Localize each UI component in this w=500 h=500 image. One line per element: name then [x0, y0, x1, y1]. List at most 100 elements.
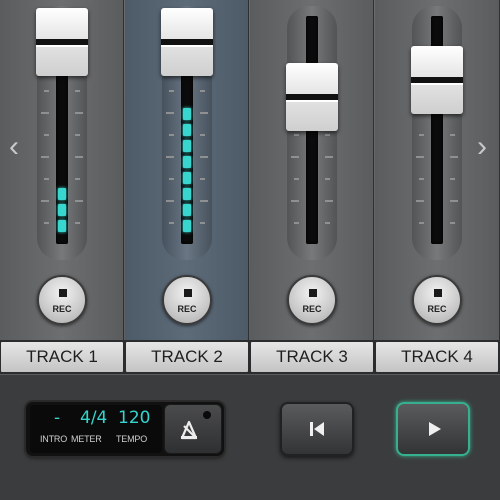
track-strip-4[interactable]: REC	[375, 0, 500, 340]
record-button-3[interactable]: REC	[287, 275, 337, 325]
fader-tick	[200, 200, 208, 202]
fader-tick	[416, 200, 424, 202]
track-strip-1[interactable]: REC	[0, 0, 124, 340]
play-button[interactable]	[396, 402, 470, 456]
fader-tick	[325, 156, 333, 158]
tempo-value: 120	[118, 408, 151, 428]
fader-tick	[169, 134, 174, 136]
fader-tick	[291, 200, 299, 202]
track-name-2[interactable]: TRACK 2	[126, 342, 248, 372]
record-label: REC	[427, 304, 447, 314]
record-label: REC	[177, 304, 197, 314]
fader-tick	[450, 200, 458, 202]
meter-segment	[183, 220, 191, 232]
meter-segment	[183, 124, 191, 136]
track-strip-3[interactable]: REC	[250, 0, 374, 340]
fader-tick	[200, 134, 205, 136]
intro-value: -	[54, 408, 61, 428]
meter-label: METER	[71, 434, 102, 444]
fader-tick	[44, 222, 49, 224]
track-name-4[interactable]: TRACK 4	[376, 342, 498, 372]
fader-tick	[325, 222, 330, 224]
fader-tick	[75, 90, 80, 92]
record-button-2[interactable]: REC	[162, 275, 212, 325]
fader-tick	[450, 134, 455, 136]
tempo-label: TEMPO	[116, 434, 148, 444]
previous-page-arrow-icon[interactable]: ‹	[6, 130, 22, 164]
stop-square-icon	[309, 289, 317, 297]
stop-square-icon	[59, 289, 67, 297]
fader-tick	[200, 222, 205, 224]
fader-handle-2[interactable]	[161, 8, 213, 76]
metronome-indicator-dot	[203, 411, 211, 419]
fader-tick	[450, 222, 455, 224]
fader-tick	[166, 112, 174, 114]
fader-tick	[416, 156, 424, 158]
play-icon	[429, 422, 441, 436]
next-page-arrow-icon[interactable]: ›	[474, 130, 490, 164]
fader-tick	[44, 90, 49, 92]
fader-tick	[200, 112, 208, 114]
meter-value: 4/4	[80, 408, 108, 428]
fader-tick	[75, 112, 83, 114]
fader-tick	[291, 156, 299, 158]
intro-label: INTRO	[40, 434, 67, 444]
fader-3[interactable]	[286, 6, 338, 260]
fader-tick	[200, 156, 208, 158]
meter-segment	[183, 108, 191, 120]
fader-1[interactable]	[36, 6, 88, 260]
fader-tick	[75, 178, 80, 180]
fader-tick	[41, 200, 49, 202]
meter-segment	[183, 156, 191, 168]
lcd-labels: INTRO METER TEMPO	[40, 434, 160, 446]
rewind-to-start-button[interactable]	[280, 402, 354, 456]
fader-tick	[75, 134, 80, 136]
record-button-1[interactable]: REC	[37, 275, 87, 325]
fader-tick	[294, 222, 299, 224]
record-label: REC	[52, 304, 72, 314]
meter-segment	[183, 188, 191, 200]
fader-tick	[200, 178, 205, 180]
fader-tick	[200, 90, 205, 92]
fader-2[interactable]	[161, 6, 213, 260]
lcd-values: - 4/4 120	[34, 407, 158, 429]
fader-handle-1[interactable]	[36, 8, 88, 76]
meter-segment	[183, 204, 191, 216]
fader-tick	[44, 134, 49, 136]
fader-tick	[75, 200, 83, 202]
meter-segment	[183, 172, 191, 184]
fader-tick	[325, 134, 330, 136]
fader-tick	[419, 134, 424, 136]
fader-tick	[75, 156, 83, 158]
fader-tick	[44, 178, 49, 180]
track-strip-2[interactable]: REC	[125, 0, 249, 340]
fader-4[interactable]	[411, 6, 463, 260]
fader-tick	[169, 222, 174, 224]
fader-tick	[450, 156, 458, 158]
fader-tick	[166, 156, 174, 158]
fader-tick	[450, 178, 455, 180]
stop-square-icon	[184, 289, 192, 297]
fader-tick	[166, 200, 174, 202]
track-name-3[interactable]: TRACK 3	[251, 342, 373, 372]
fader-handle-4[interactable]	[411, 46, 463, 115]
meter-segment	[58, 204, 66, 216]
fader-tick	[41, 112, 49, 114]
record-label: REC	[302, 304, 322, 314]
fader-tick	[325, 178, 330, 180]
fader-tick	[294, 178, 299, 180]
fader-tick	[419, 222, 424, 224]
fader-tick	[294, 134, 299, 136]
metronome-icon	[180, 420, 198, 440]
record-button-4[interactable]: REC	[412, 275, 462, 325]
fader-tick	[325, 200, 333, 202]
fader-tick	[419, 178, 424, 180]
track-name-1[interactable]: TRACK 1	[1, 342, 123, 372]
fader-handle-3[interactable]	[286, 62, 338, 131]
meter-segment	[183, 140, 191, 152]
fader-tick	[169, 90, 174, 92]
meter-segment	[58, 188, 66, 200]
meter-segment	[58, 220, 66, 232]
mixer-panel: REC REC REC REC ‹ ›	[0, 0, 500, 340]
skip-to-start-icon	[310, 422, 324, 436]
